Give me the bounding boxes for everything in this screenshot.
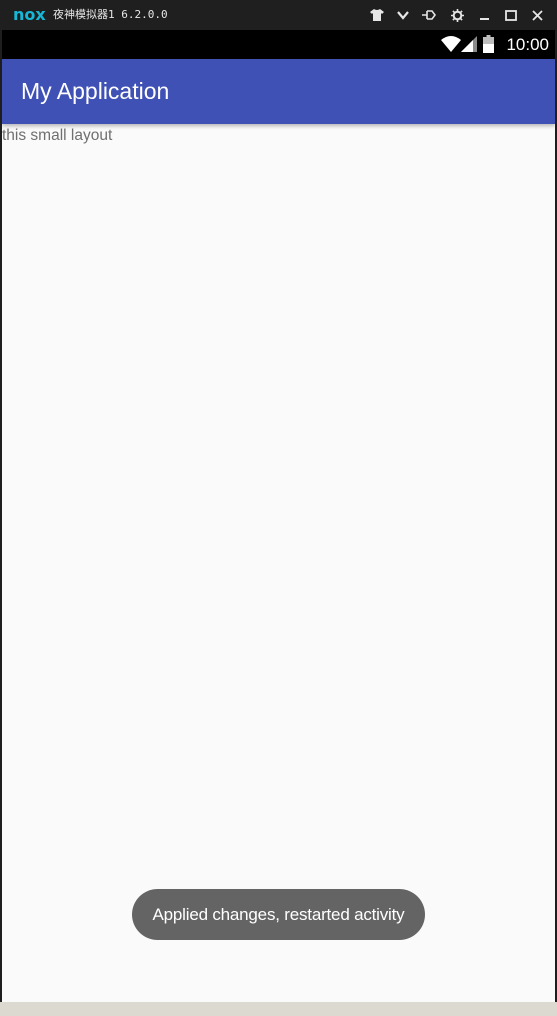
app-title: My Application [21, 78, 170, 104]
maximize-icon[interactable] [502, 6, 520, 24]
wifi-icon [441, 35, 461, 56]
emulator-title: 夜神模拟器1 6.2.0.0 [53, 8, 168, 21]
window-bottom-strip [0, 1002, 557, 1016]
gear-icon[interactable] [448, 6, 466, 24]
toast-message: Applied changes, restarted activity [152, 904, 405, 924]
nox-logo: nox [13, 5, 46, 24]
close-icon[interactable] [528, 6, 546, 24]
device-screen: 10:00 My Application this small layout A… [2, 30, 555, 1002]
battery-icon [483, 35, 494, 57]
minimize-icon[interactable] [475, 6, 493, 24]
shirt-icon[interactable] [368, 6, 386, 24]
chevron-down-icon[interactable] [394, 6, 412, 24]
status-time: 10:00 [506, 35, 549, 54]
app-bar: My Application [2, 59, 555, 124]
toast: Applied changes, restarted activity [132, 889, 425, 940]
pin-icon[interactable] [420, 6, 438, 24]
status-bar: 10:00 [2, 30, 555, 59]
emulator-window: nox 夜神模拟器1 6.2.0.0 10:00 My Application … [0, 0, 557, 1016]
content-text: this small layout [2, 127, 113, 144]
emulator-titlebar: nox 夜神模拟器1 6.2.0.0 [0, 0, 557, 30]
signal-icon [461, 35, 477, 56]
